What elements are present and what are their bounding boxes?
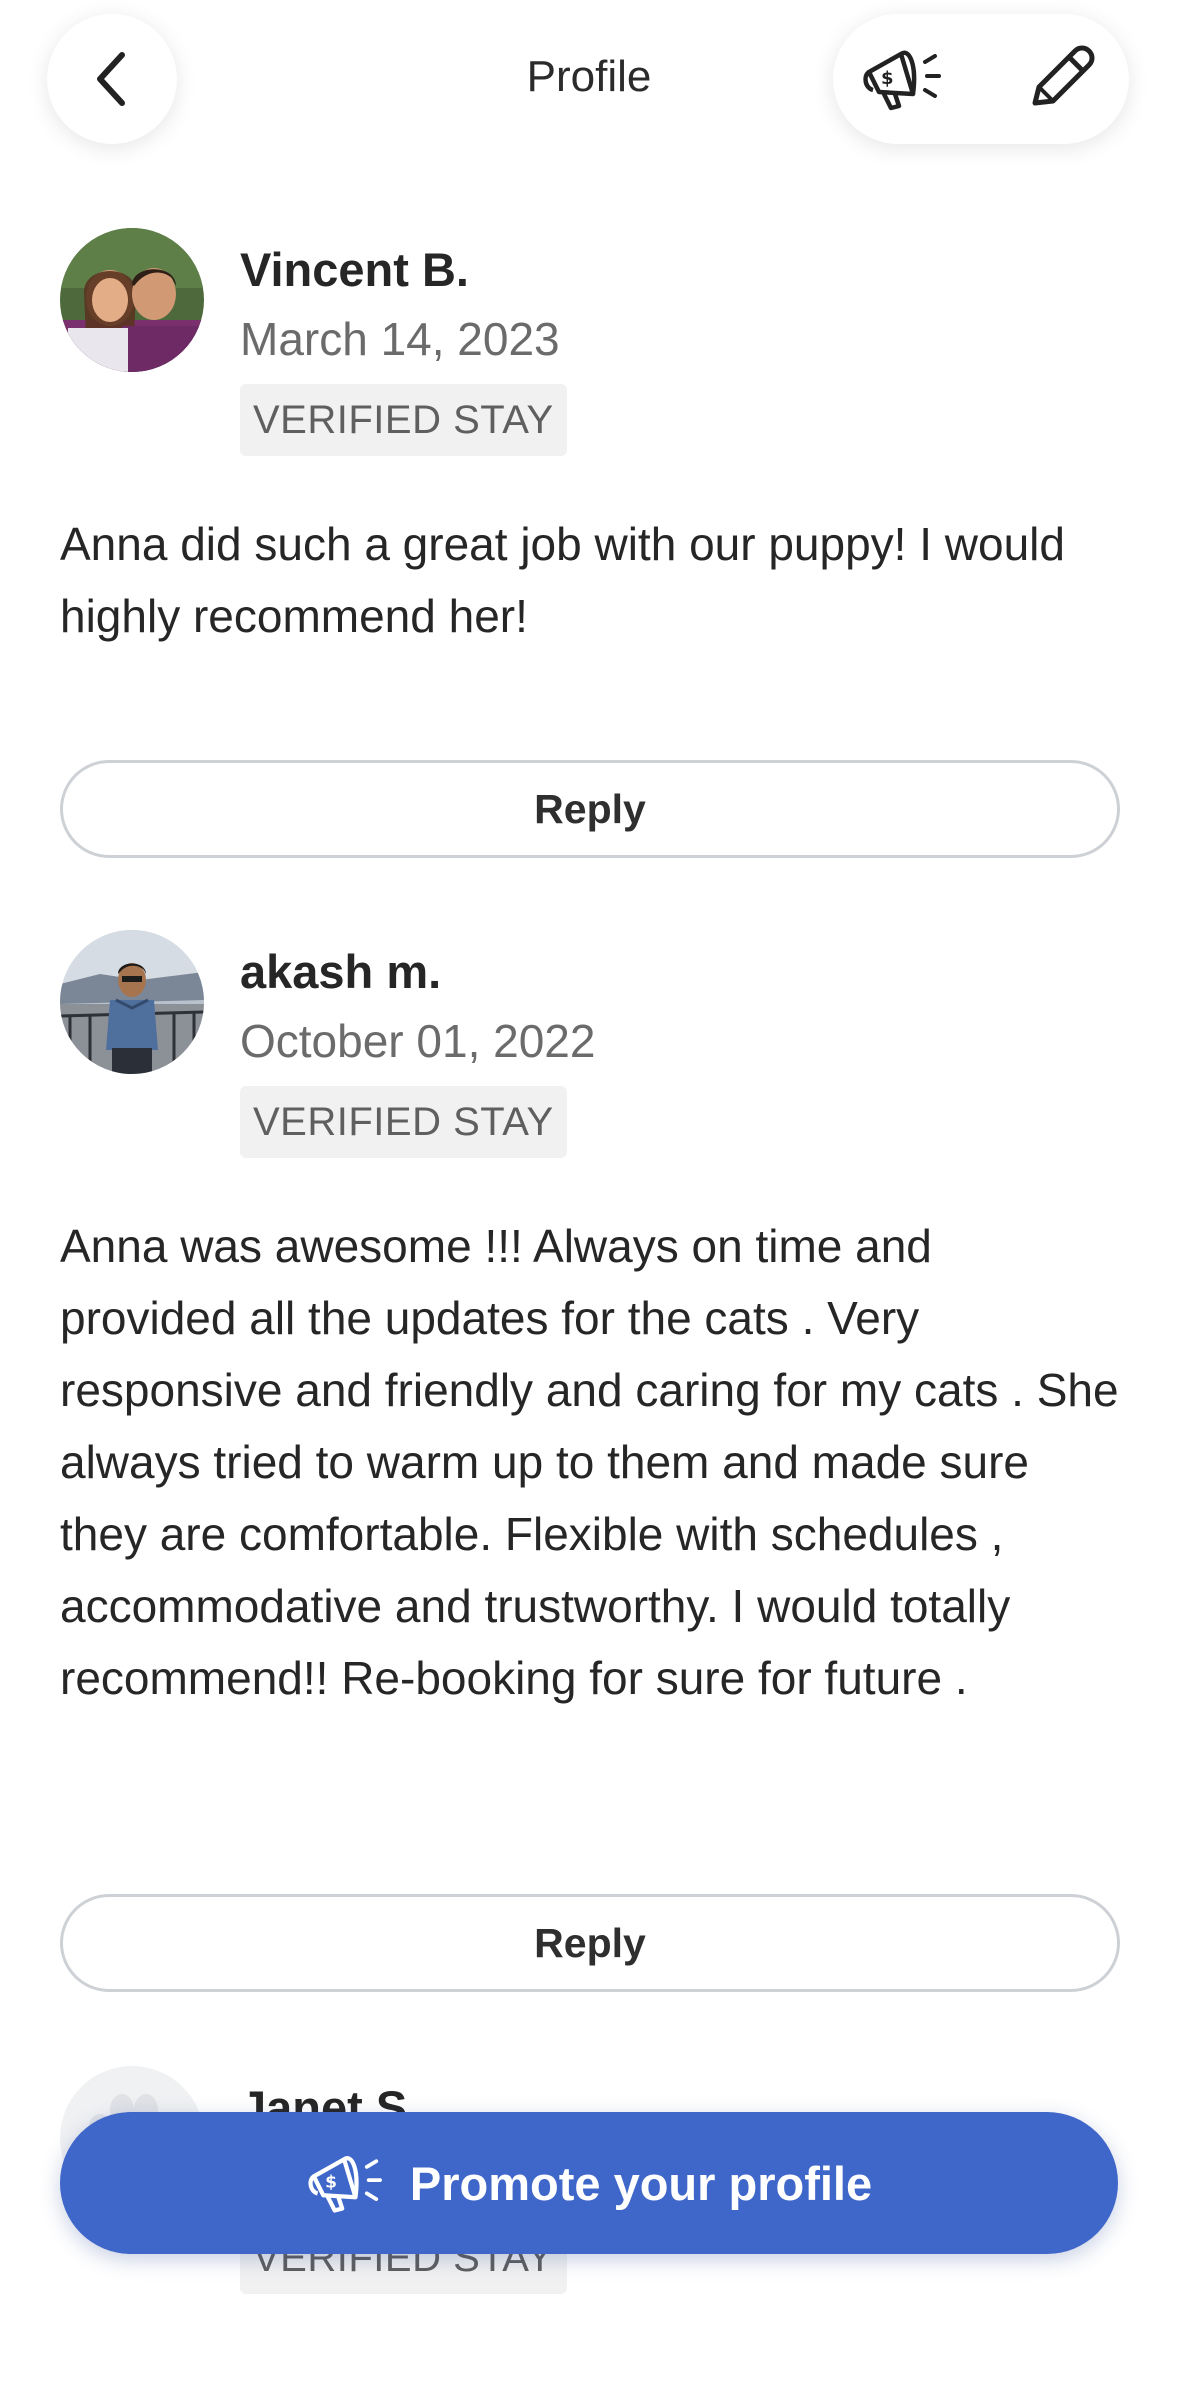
reviewer-name: Vincent B. (240, 243, 469, 296)
megaphone-dollar-icon: $ (306, 2148, 386, 2218)
verified-stay-badge: VERIFIED STAY (240, 384, 567, 456)
verified-stay-badge: VERIFIED STAY (240, 1086, 567, 1158)
review-date: October 01, 2022 (240, 1015, 596, 1067)
edit-profile-button[interactable] (1009, 29, 1109, 129)
review-date: March 14, 2023 (240, 313, 560, 365)
review-card: akash m. October 01, 2022 VERIFIED STAY … (60, 930, 1120, 2000)
reviewer-name: akash m. (240, 945, 442, 998)
svg-text:$: $ (881, 68, 894, 89)
promote-header-button[interactable]: $ (853, 29, 953, 129)
reply-button[interactable]: Reply (60, 1894, 1120, 1992)
avatar (60, 228, 204, 372)
promote-profile-button[interactable]: $ Promote your profile (60, 2112, 1118, 2254)
pencil-icon (1032, 45, 1095, 106)
review-card: Vincent B. March 14, 2023 VERIFIED STAY … (60, 228, 1120, 868)
megaphone-dollar-icon: $ (863, 50, 941, 111)
top-bar: Profile $ (0, 0, 1178, 170)
review-text: Anna did such a great job with our puppy… (60, 518, 1065, 642)
promote-profile-label: Promote your profile (409, 2156, 873, 2210)
review-text: Anna was awesome !!! Always on time and … (60, 1220, 1119, 1704)
svg-text:$: $ (325, 2173, 337, 2193)
header-actions: $ (833, 14, 1129, 144)
avatar (60, 930, 204, 1074)
reply-button[interactable]: Reply (60, 760, 1120, 858)
